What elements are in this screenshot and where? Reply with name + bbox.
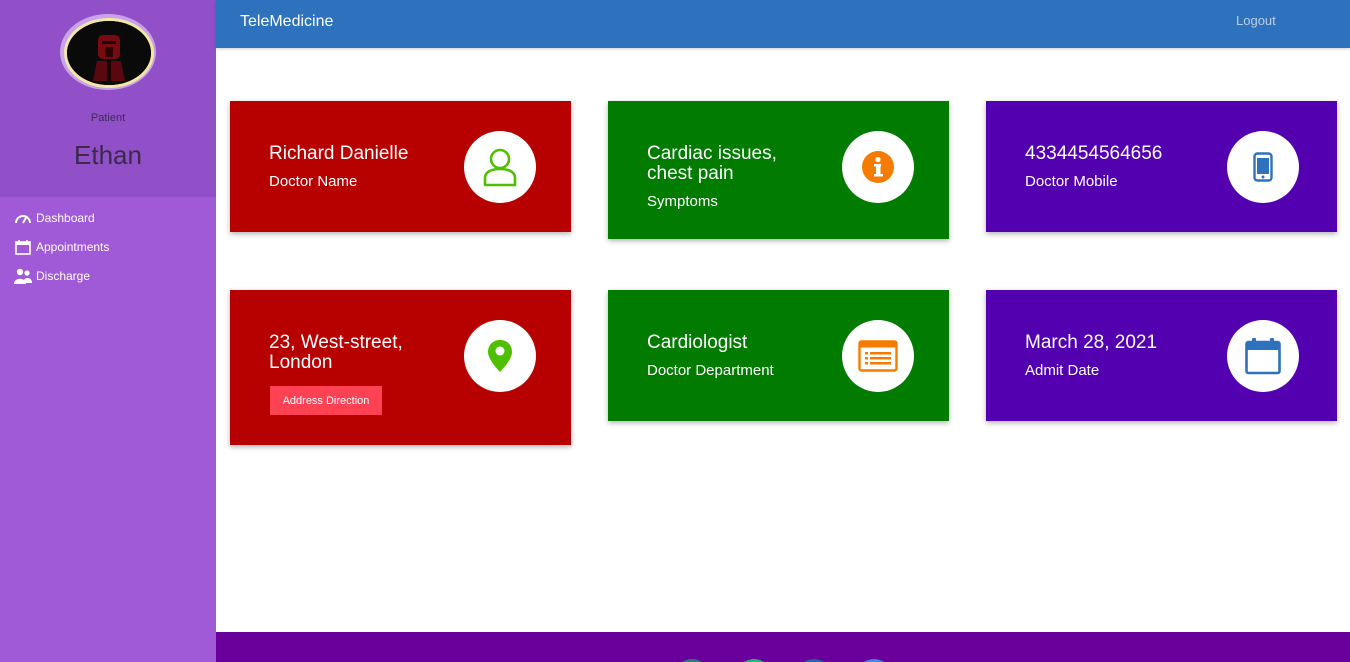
user-role: Patient (90, 112, 126, 124)
avatar (64, 18, 154, 88)
symptoms-value: Cardiac issues, chest pain (647, 143, 777, 184)
profile-panel: Patient Ethan (0, 0, 216, 197)
doctor-name-value: Richard Danielle (269, 143, 409, 164)
department-label: Doctor Department (647, 362, 774, 379)
doctor-mobile-label: Doctor Mobile (1025, 173, 1118, 190)
footer (216, 632, 1350, 662)
sidebar-item-label: Dashboard (36, 210, 95, 225)
sidebar: Patient Ethan Dashboard Appointments Dis… (0, 0, 216, 662)
admit-date-label: Admit Date (1025, 362, 1100, 379)
user-icon (464, 131, 536, 203)
doctor-name-label: Doctor Name (269, 173, 358, 190)
department-value: Cardiologist (647, 332, 748, 353)
department-card: Cardiologist Doctor Department (608, 290, 949, 421)
top-navbar: TeleMedicine Logout (216, 0, 1350, 48)
sidebar-item-label: Appointments (36, 239, 110, 254)
sidebar-item-discharge[interactable]: Discharge (0, 261, 216, 290)
sidebar-item-appointments[interactable]: Appointments (0, 232, 216, 261)
list-icon (842, 320, 914, 392)
doctor-mobile-value: 4334454564656 (1025, 143, 1163, 164)
symptoms-label: Symptoms (647, 193, 718, 210)
logout-link[interactable]: Logout (1236, 13, 1276, 28)
doctor-mobile-card: 4334454564656 Doctor Mobile (986, 101, 1337, 232)
symptoms-card: Cardiac issues, chest pain Symptoms (608, 101, 949, 239)
user-name: Ethan (74, 140, 142, 170)
admit-date-value: March 28, 2021 (1025, 332, 1158, 353)
address-card: 23, West-street, London Address Directio… (230, 290, 571, 445)
admit-date-card: March 28, 2021 Admit Date (986, 290, 1337, 421)
doctor-name-card: Richard Danielle Doctor Name (230, 101, 571, 232)
sidebar-item-dashboard[interactable]: Dashboard (0, 203, 216, 232)
address-direction-button[interactable]: Address Direction (270, 386, 382, 415)
calendar-icon (14, 238, 32, 256)
users-icon (14, 267, 32, 285)
info-icon (842, 131, 914, 203)
speedometer-icon (14, 209, 32, 227)
address-value: 23, West-street, London (269, 332, 403, 373)
sidebar-item-label: Discharge (36, 268, 91, 283)
calendar-icon (1227, 320, 1299, 392)
brand-title[interactable]: TeleMedicine (240, 13, 333, 31)
sidebar-nav: Dashboard Appointments Discharge (0, 203, 216, 290)
map-pin-icon (464, 320, 536, 392)
mobile-phone-icon (1227, 131, 1299, 203)
